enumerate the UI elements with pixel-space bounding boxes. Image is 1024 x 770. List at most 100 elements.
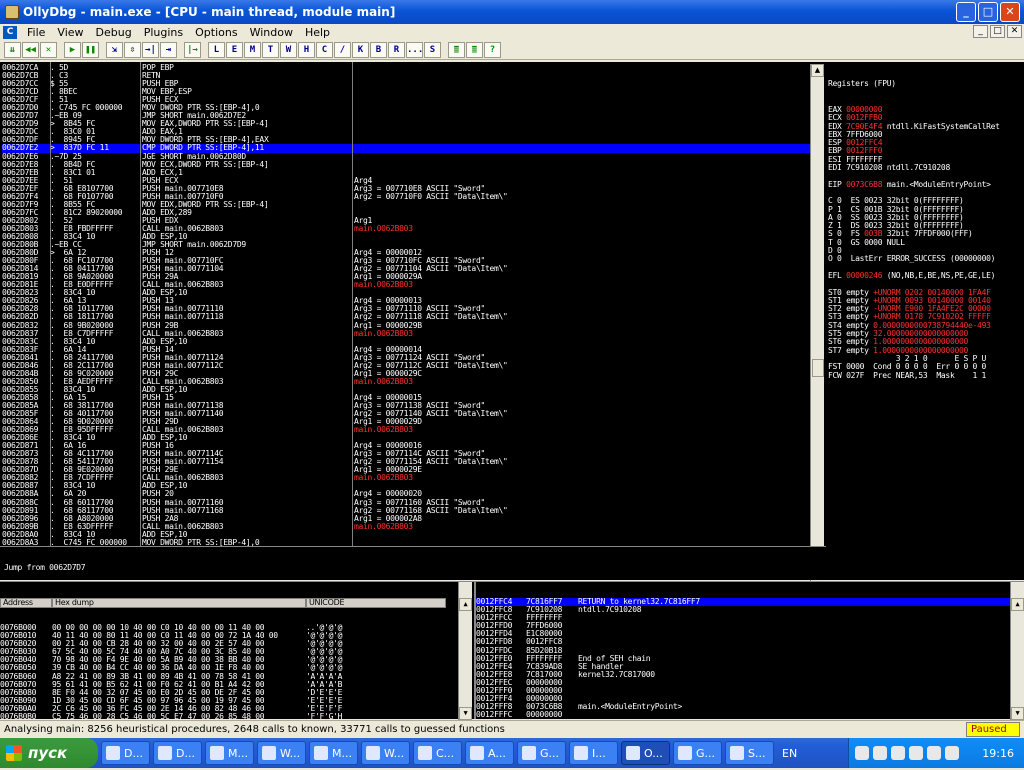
- register-line[interactable]: FCW 027F Prec NEAR,53 Mask 1 1: [825, 372, 1024, 380]
- stack-pane[interactable]: 0012FFC4 7C816FF7 RETURN to kernel32.7C816…: [474, 581, 1024, 720]
- disasm-row[interactable]: 0062D855 . 83C4 10 ADD ESP,10: [2, 386, 810, 394]
- minimize-button[interactable]: _: [956, 2, 976, 22]
- taskbar-button[interactable]: O...: [621, 741, 670, 765]
- cpu-window-button[interactable]: C: [316, 41, 333, 58]
- windows-window-button[interactable]: W: [280, 41, 297, 58]
- disasm-row[interactable]: 0062D871 . 6A 16 PUSH 16 Arg4 = 00000016: [2, 442, 810, 450]
- taskbar-button[interactable]: M...: [309, 741, 358, 765]
- taskbar-button[interactable]: C...: [413, 741, 462, 765]
- register-value[interactable]: 001B: [864, 206, 882, 214]
- disassembly-scrollbar[interactable]: ▲ ▼: [810, 64, 824, 608]
- disasm-row[interactable]: 0062D7CC $ 55 PUSH EBP: [2, 80, 810, 88]
- execute-till-return-icon[interactable]: |→: [184, 41, 201, 58]
- cpu-window-icon[interactable]: C: [3, 25, 17, 39]
- handles-window-button[interactable]: H: [298, 41, 315, 58]
- tray-icon[interactable]: [927, 746, 941, 760]
- scroll-up-icon[interactable]: ▲: [811, 64, 824, 77]
- dump-header-address[interactable]: Address: [0, 598, 52, 608]
- register-line[interactable]: [825, 172, 1024, 180]
- run-icon[interactable]: ▶: [64, 41, 81, 58]
- disasm-row[interactable]: 0062D8A0 . 83C4 10 ADD ESP,10: [2, 531, 810, 539]
- disasm-row[interactable]: 0062D7EB . 83C1 01 ADD ECX,1: [2, 169, 810, 177]
- disasm-row[interactable]: 0062D7D9 > 8B45 FC MOV EAX,DWORD PTR SS:[E…: [2, 120, 810, 128]
- disasm-row[interactable]: 0062D83C . 83C4 10 ADD ESP,10: [2, 338, 810, 346]
- register-value[interactable]: 7C90E4F4: [846, 123, 882, 131]
- scroll-up-icon[interactable]: ▲: [459, 598, 472, 611]
- register-value[interactable]: ERROR_SUCCESS: [887, 255, 946, 263]
- register-line[interactable]: ST5 empty 32.000000000000000000: [825, 330, 1024, 338]
- language-indicator[interactable]: EN: [782, 747, 797, 760]
- register-value[interactable]: 32.000000000000000000: [873, 330, 968, 338]
- register-value[interactable]: 7C910208: [846, 164, 882, 172]
- threads-window-button[interactable]: T: [262, 41, 279, 58]
- register-line[interactable]: P 1 CS 001B 32bit 0(FFFFFFFF): [825, 206, 1024, 214]
- disasm-row[interactable]: 0062D837 . E8 C7DFFFFF CALL main.0062B803 m…: [2, 330, 810, 338]
- disasm-row[interactable]: 0062D87D . 68 9E020000 PUSH 29E Arg1 = 0000…: [2, 466, 810, 474]
- disasm-row[interactable]: 0062D828 . 68 10117700 PUSH main.00771110 A…: [2, 305, 810, 313]
- disasm-row[interactable]: 0062D887 . 83C4 10 ADD ESP,10: [2, 482, 810, 490]
- tray-icon[interactable]: [945, 746, 959, 760]
- disasm-row[interactable]: 0062D7CF . 51 PUSH ECX: [2, 96, 810, 104]
- register-value[interactable]: 00000000: [846, 106, 882, 114]
- disasm-row[interactable]: 0062D7EE . 51 PUSH ECX Arg4: [2, 177, 810, 185]
- disasm-row[interactable]: 0062D85A . 68 38117700 PUSH main.00771138 A…: [2, 402, 810, 410]
- register-value[interactable]: +UNORM 0178 7C910202 FFFFF: [873, 313, 991, 321]
- mdi-restore-button[interactable]: □: [990, 25, 1005, 38]
- pause-icon[interactable]: ❚❚: [82, 41, 99, 58]
- close-button[interactable]: ✕: [1000, 2, 1020, 22]
- tray-icon[interactable]: [873, 746, 887, 760]
- disasm-row[interactable]: 0062D802 . 52 PUSH EDX Arg1: [2, 217, 810, 225]
- scroll-down-icon[interactable]: ▼: [1011, 707, 1024, 720]
- disasm-row[interactable]: 0062D832 . 68 9B020000 PUSH 29B Arg1 = 0000…: [2, 322, 810, 330]
- trace-into-icon[interactable]: →|: [142, 41, 159, 58]
- menu-file[interactable]: File: [21, 26, 51, 39]
- register-value[interactable]: 0073C6B8: [846, 181, 882, 189]
- log-window-button[interactable]: L: [208, 41, 225, 58]
- scroll-down-icon[interactable]: ▼: [459, 707, 472, 720]
- disasm-row[interactable]: 0062D826 . 6A 13 PUSH 13 Arg4 = 00000013: [2, 297, 810, 305]
- register-line[interactable]: S 0 FS 003B 32bit 7FFDF000(FFF): [825, 230, 1024, 238]
- list-icon[interactable]: ≣: [448, 41, 465, 58]
- breakpoints-window-button[interactable]: B: [370, 41, 387, 58]
- dump-pane[interactable]: Address Hex dump UNICODE 0076B000 00 00 0…: [0, 581, 474, 753]
- register-value[interactable]: 0023: [864, 214, 882, 222]
- source-window-button[interactable]: S: [424, 41, 441, 58]
- stack-scrollbar[interactable]: ▲ ▼: [1010, 582, 1024, 720]
- register-line[interactable]: EFL 00000246 (NO,NB,E,BE,NS,PE,GE,LE): [825, 272, 1024, 280]
- patches-window-button[interactable]: /: [334, 41, 351, 58]
- taskbar-button[interactable]: G...: [517, 741, 566, 765]
- disasm-row[interactable]: 0062D873 . 68 4C117700 PUSH main.0077114C A…: [2, 450, 810, 458]
- tray-icon[interactable]: [909, 746, 923, 760]
- register-value[interactable]: 0012FFB0: [846, 114, 882, 122]
- disasm-row[interactable]: 0062D7E2 > 837D FC 11 CMP DWORD PTR SS:[EB…: [2, 144, 810, 153]
- taskbar-button[interactable]: M...: [205, 741, 254, 765]
- maximize-button[interactable]: □: [978, 2, 998, 22]
- disasm-row[interactable]: 0062D7DC . 83C0 01 ADD EAX,1: [2, 128, 810, 136]
- modules-window-button[interactable]: E: [226, 41, 243, 58]
- menu-help[interactable]: Help: [299, 26, 336, 39]
- call-stack-window-button[interactable]: K: [352, 41, 369, 58]
- register-line[interactable]: T 0 GS 0000 NULL: [825, 239, 1024, 247]
- disasm-row[interactable]: 0062D7EF . 68 E8107700 PUSH main.007710E8 A…: [2, 185, 810, 193]
- disasm-row[interactable]: 0062D7D0 . C745 FC 000000 MOV DWORD PTR SS…: [2, 104, 810, 112]
- disasm-row[interactable]: 0062D823 . 83C4 10 ADD ESP,10: [2, 289, 810, 297]
- disasm-row[interactable]: 0062D882 . E8 7CDFFFFF CALL main.0062B803 m…: [2, 474, 810, 482]
- register-value[interactable]: 7FFD6000: [846, 131, 882, 139]
- register-value[interactable]: 1.0000000000000000000: [873, 338, 968, 346]
- taskbar-button[interactable]: D...: [153, 741, 202, 765]
- register-value[interactable]: 0.0000000000738794440e-493: [873, 322, 991, 330]
- register-line[interactable]: ECX 0012FFB0: [825, 114, 1024, 122]
- disasm-row[interactable]: 0062D7DF . 8945 FC MOV DWORD PTR SS:[EBP-4…: [2, 136, 810, 144]
- register-value[interactable]: -UNORM E900 1FA4FE2C 00000: [873, 305, 991, 313]
- register-line[interactable]: A 0 SS 0023 32bit 0(FFFFFFFF): [825, 214, 1024, 222]
- disasm-row[interactable]: 0062D88C . 68 60117700 PUSH main.00771160 A…: [2, 499, 810, 507]
- disasm-row[interactable]: 0062D7CB . C3 RETN: [2, 72, 810, 80]
- disasm-row[interactable]: 0062D850 . E8 AEDFFFFF CALL main.0062B803 m…: [2, 378, 810, 386]
- taskbar-button[interactable]: W...: [257, 741, 306, 765]
- disasm-row[interactable]: 0062D88A . 6A 20 PUSH 20 Arg4 = 00000020: [2, 490, 810, 498]
- restart-icon[interactable]: ◀◀: [22, 41, 39, 58]
- options-list-icon[interactable]: ≣: [466, 41, 483, 58]
- register-line[interactable]: EBX 7FFD6000: [825, 131, 1024, 139]
- disasm-row[interactable]: 0062D841 . 68 24117700 PUSH main.00771124 A…: [2, 354, 810, 362]
- dump-header-hex[interactable]: Hex dump: [52, 598, 306, 608]
